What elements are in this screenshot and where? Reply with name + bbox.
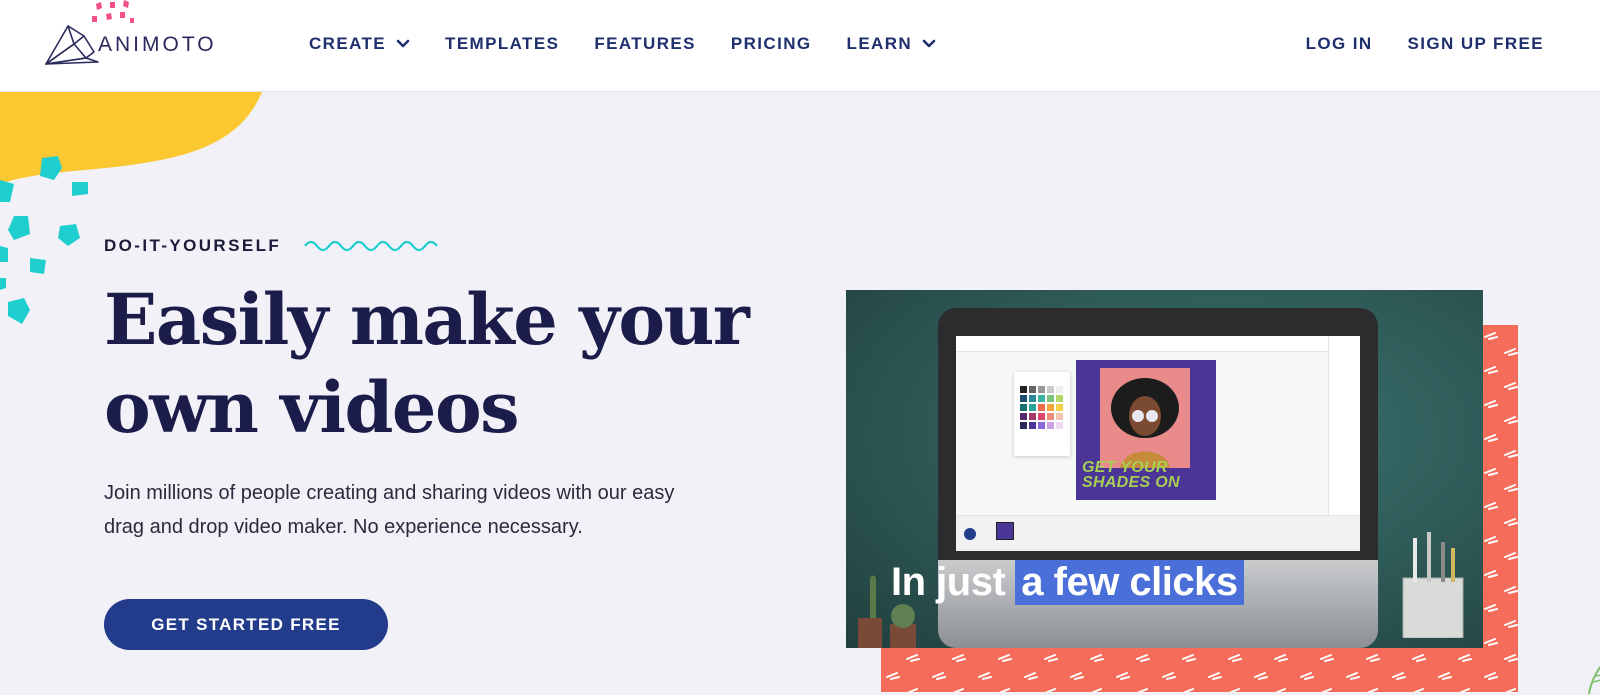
- hero-eyebrow: DO-IT-YOURSELF: [104, 236, 443, 256]
- signup-link[interactable]: SIGN UP FREE: [1408, 34, 1544, 54]
- nav-learn-label: LEARN: [846, 34, 913, 53]
- preview-title-line-2: SHADES ON: [1082, 474, 1180, 491]
- teal-brush-dots-decoration: [0, 156, 88, 324]
- headline-line-2: own videos: [104, 366, 520, 449]
- preview-photo: [1100, 368, 1190, 468]
- subcopy-line-2: drag and drop video maker. No experience…: [104, 516, 583, 538]
- color-palette-panel: [1014, 372, 1070, 456]
- editor-screen: GET YOUR SHADES ON: [956, 336, 1360, 551]
- pencil-cup-decoration: [1402, 532, 1464, 638]
- primary-nav: CREATE TEMPLATES FEATURES PRICING LEARN: [309, 34, 971, 54]
- headline-line-1: Easily make your: [104, 278, 750, 361]
- pink-dots-decoration: [92, 0, 134, 23]
- eyebrow-label: DO-IT-YOURSELF: [104, 236, 282, 255]
- hero-video[interactable]: GET YOUR SHADES ON In just a few clicks: [846, 290, 1483, 648]
- logo-wordmark: ANIMOTO: [98, 33, 217, 56]
- caption-highlight: a few clicks: [1015, 560, 1244, 605]
- site-header: ANIMOTO CREATE TEMPLATES FEATURES PRICIN…: [0, 0, 1600, 92]
- get-started-free-button[interactable]: GET STARTED FREE: [104, 599, 388, 650]
- wavy-line-icon: [304, 240, 439, 252]
- hero-subcopy: Join millions of people creating and sha…: [104, 476, 784, 544]
- timeline-thumbnail: [996, 522, 1014, 540]
- nav-pricing[interactable]: PRICING: [731, 34, 812, 54]
- caption-plain: In just: [891, 560, 1006, 604]
- video-preview-frame: GET YOUR SHADES ON: [1076, 360, 1216, 500]
- nav-create-label: CREATE: [309, 34, 387, 53]
- nav-features[interactable]: FEATURES: [594, 34, 696, 54]
- play-icon: [964, 528, 976, 540]
- login-link[interactable]: LOG IN: [1306, 34, 1373, 54]
- leaf-decoration: [1588, 665, 1600, 694]
- hero-headline: Easily make your own videos: [104, 276, 784, 452]
- chevron-down-icon: [922, 39, 936, 48]
- nav-templates-label: TEMPLATES: [445, 34, 560, 53]
- chevron-down-icon: [396, 39, 410, 48]
- nav-learn[interactable]: LEARN: [847, 34, 937, 54]
- preview-title: GET YOUR SHADES ON: [1082, 460, 1214, 491]
- editor-toolbar: [956, 336, 1360, 352]
- editor-timeline: [956, 515, 1360, 551]
- subcopy-line-1: Join millions of people creating and sha…: [104, 482, 675, 504]
- nav-templates[interactable]: TEMPLATES: [445, 34, 559, 54]
- nav-features-label: FEATURES: [594, 34, 696, 53]
- nav-create[interactable]: CREATE: [309, 34, 410, 54]
- account-nav: LOG IN SIGN UP FREE: [1271, 34, 1544, 54]
- nav-pricing-label: PRICING: [730, 34, 812, 53]
- video-caption: In just a few clicks: [891, 560, 1244, 605]
